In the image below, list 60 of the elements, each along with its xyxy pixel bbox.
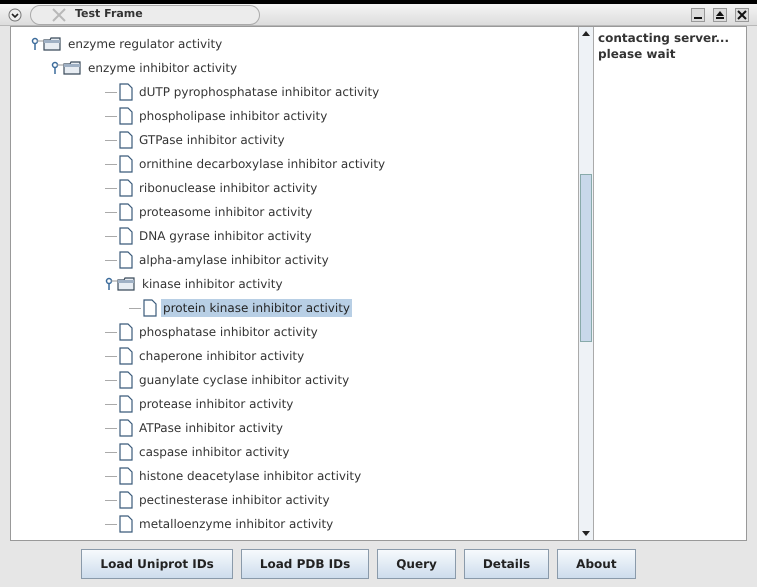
document-icon xyxy=(119,131,133,149)
tree-item[interactable]: chaperone inhibitor activity xyxy=(137,347,306,365)
folder-icon xyxy=(43,37,61,51)
tree-item[interactable]: ATPase inhibitor activity xyxy=(137,419,285,437)
tree-item[interactable]: phospholipase inhibitor activity xyxy=(137,107,330,125)
document-icon xyxy=(119,395,133,413)
tree-item[interactable]: pectinesterase inhibitor activity xyxy=(137,491,332,509)
document-icon xyxy=(119,251,133,269)
tree-item[interactable]: protein kinase inhibitor activity xyxy=(161,299,352,317)
tree-item[interactable]: ribonuclease inhibitor activity xyxy=(137,179,320,197)
minimize-icon[interactable] xyxy=(691,8,705,22)
action-button[interactable]: About xyxy=(557,549,636,579)
action-button[interactable]: Load PDB IDs xyxy=(240,549,370,579)
document-icon xyxy=(119,467,133,485)
document-icon xyxy=(119,515,133,533)
tree-item[interactable]: caspase inhibitor activity xyxy=(137,443,292,461)
close-icon xyxy=(51,6,67,22)
tree-item[interactable]: phosphatase inhibitor activity xyxy=(137,323,320,341)
scrollbar-thumb[interactable] xyxy=(580,174,592,342)
expanded-toggle-icon[interactable] xyxy=(51,61,63,75)
close-icon[interactable] xyxy=(735,8,749,22)
action-button[interactable]: Details xyxy=(464,549,550,579)
document-icon xyxy=(119,491,133,509)
maximize-icon[interactable] xyxy=(713,8,727,22)
tree-item[interactable]: protease inhibitor activity xyxy=(137,395,296,413)
document-icon xyxy=(119,347,133,365)
tree-item[interactable]: alpha-amylase inhibitor activity xyxy=(137,251,331,269)
document-icon xyxy=(143,299,157,317)
scrollbar[interactable] xyxy=(578,27,594,540)
tree-item[interactable]: enzyme regulator activity xyxy=(66,35,224,53)
expanded-toggle-icon[interactable] xyxy=(105,277,117,291)
tree-item[interactable]: kinase inhibitor activity xyxy=(140,275,285,293)
folder-icon xyxy=(117,277,135,291)
tree-item[interactable]: GTPase inhibitor activity xyxy=(137,131,287,149)
document-icon xyxy=(119,419,133,437)
tree-item[interactable]: DNA gyrase inhibitor activity xyxy=(137,227,314,245)
document-icon xyxy=(119,323,133,341)
tree-item[interactable]: guanylate cyclase inhibitor activity xyxy=(137,371,352,389)
document-icon xyxy=(119,83,133,101)
document-icon xyxy=(119,107,133,125)
window-title: Test Frame xyxy=(75,6,143,22)
document-icon xyxy=(119,227,133,245)
status-text: please wait xyxy=(598,46,676,62)
tree-item[interactable]: proteasome inhibitor activity xyxy=(137,203,314,221)
document-icon xyxy=(119,179,133,197)
document-icon xyxy=(119,443,133,461)
status-text: contacting server... xyxy=(598,30,730,46)
action-button[interactable]: Load Uniprot IDs xyxy=(81,549,233,579)
tree-item[interactable]: enzyme inhibitor activity xyxy=(86,59,240,77)
document-icon xyxy=(119,371,133,389)
tree-item[interactable]: dUTP pyrophosphatase inhibitor activity xyxy=(137,83,382,101)
menu-icon[interactable] xyxy=(8,8,22,22)
tree-item[interactable]: ornithine decarboxylase inhibitor activity xyxy=(137,155,388,173)
action-button[interactable]: Query xyxy=(377,549,456,579)
document-icon xyxy=(119,155,133,173)
folder-icon xyxy=(63,61,81,75)
tree-item[interactable]: histone deacetylase inhibitor activity xyxy=(137,467,364,485)
tree-item[interactable]: metalloenzyme inhibitor activity xyxy=(137,515,336,533)
expanded-toggle-icon[interactable] xyxy=(31,37,43,51)
document-icon xyxy=(119,203,133,221)
